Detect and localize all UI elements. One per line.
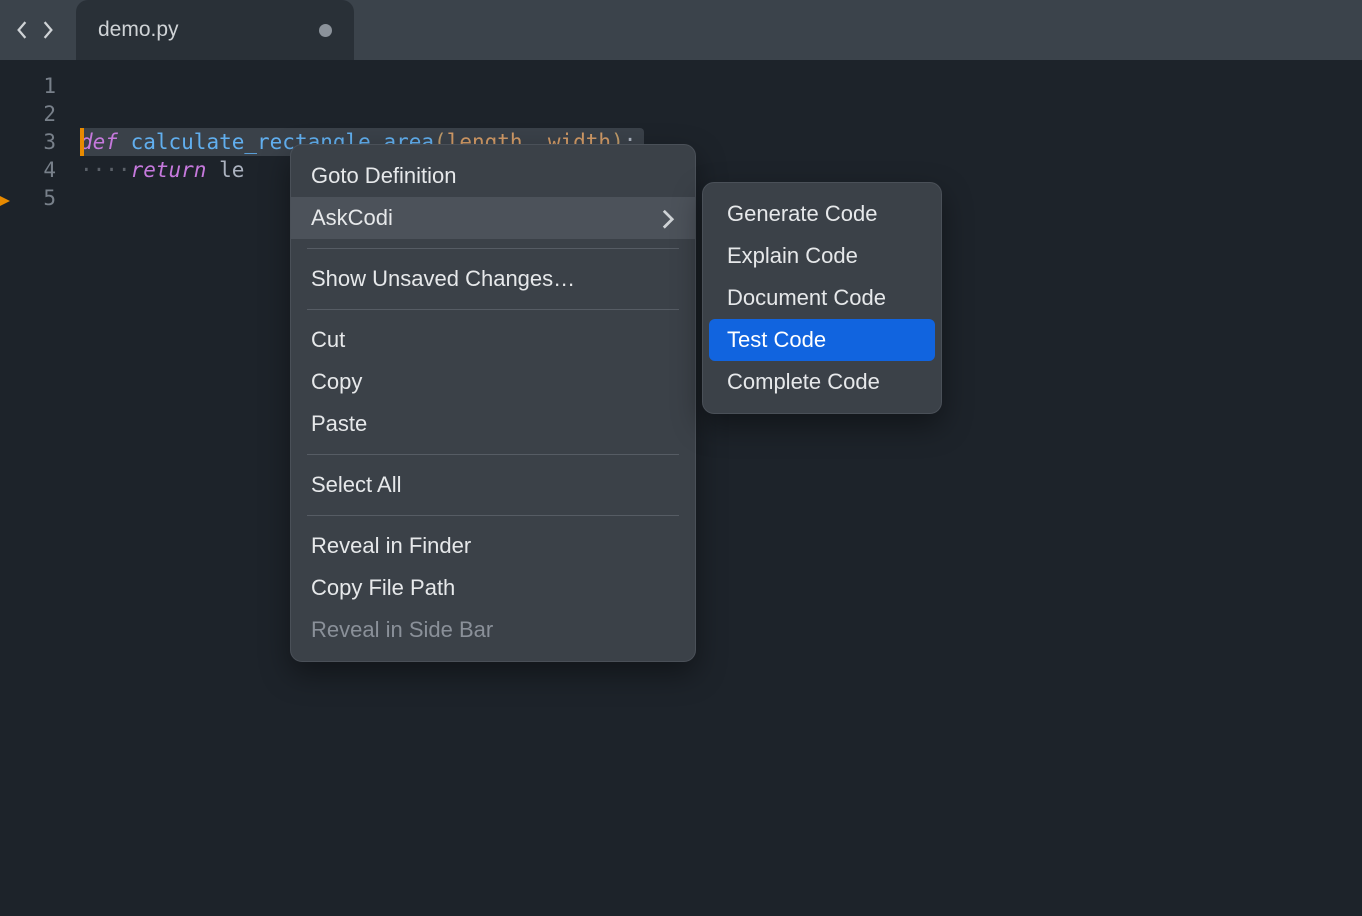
menu-paste[interactable]: Paste (291, 403, 695, 445)
submenu-test-code[interactable]: Test Code (709, 319, 935, 361)
code-line-3: def calculate_rectangle_area(length, wid… (80, 128, 1362, 156)
menu-copy[interactable]: Copy (291, 361, 695, 403)
menu-copy-file-path[interactable]: Copy File Path (291, 567, 695, 609)
menu-label: Cut (311, 327, 345, 353)
nav-forward-icon[interactable] (38, 20, 58, 40)
line-number: 4 (0, 156, 56, 184)
tab-modified-dot-icon (319, 24, 332, 37)
nav-arrows (12, 20, 58, 40)
chevron-right-icon (661, 208, 675, 228)
nav-back-icon[interactable] (12, 20, 32, 40)
menu-separator (307, 454, 679, 455)
menu-separator (307, 248, 679, 249)
line-number: 3 (0, 128, 56, 156)
menu-label: Explain Code (727, 243, 858, 269)
menu-separator (307, 309, 679, 310)
menu-show-unsaved-changes[interactable]: Show Unsaved Changes… (291, 258, 695, 300)
menu-askcodi[interactable]: AskCodi (291, 197, 695, 239)
menu-reveal-in-finder[interactable]: Reveal in Finder (291, 525, 695, 567)
code-line-2 (80, 100, 1362, 128)
menu-label: Select All (311, 472, 402, 498)
menu-label: Paste (311, 411, 367, 437)
menu-label: AskCodi (311, 205, 393, 231)
titlebar: demo.py (0, 0, 1362, 60)
submenu-document-code[interactable]: Document Code (709, 277, 935, 319)
selection-marker (80, 128, 84, 156)
tab-demo-py[interactable]: demo.py (76, 0, 354, 60)
fold-indicator-icon[interactable] (0, 190, 14, 212)
menu-cut[interactable]: Cut (291, 319, 695, 361)
menu-label: Reveal in Finder (311, 533, 471, 559)
menu-goto-definition[interactable]: Goto Definition (291, 155, 695, 197)
menu-label: Test Code (727, 327, 826, 353)
menu-label: Copy File Path (311, 575, 455, 601)
line-number: 2 (0, 100, 56, 128)
submenu-askcodi: Generate Code Explain Code Document Code… (702, 182, 942, 414)
context-menu: Goto Definition AskCodi Show Unsaved Cha… (290, 144, 696, 662)
submenu-complete-code[interactable]: Complete Code (709, 361, 935, 403)
menu-label: Complete Code (727, 369, 880, 395)
menu-label: Copy (311, 369, 362, 395)
menu-label: Goto Definition (311, 163, 457, 189)
menu-label: Show Unsaved Changes… (311, 266, 575, 292)
menu-reveal-in-side-bar: Reveal in Side Bar (291, 609, 695, 651)
menu-label: Generate Code (727, 201, 877, 227)
menu-label: Reveal in Side Bar (311, 617, 493, 643)
gutter: 1 2 3 4 5 (0, 60, 80, 916)
tab-filename: demo.py (98, 18, 179, 42)
code-line-4: ····return le (80, 156, 1362, 184)
menu-separator (307, 515, 679, 516)
submenu-generate-code[interactable]: Generate Code (709, 193, 935, 235)
code-line-1 (80, 72, 1362, 100)
menu-select-all[interactable]: Select All (291, 464, 695, 506)
submenu-explain-code[interactable]: Explain Code (709, 235, 935, 277)
menu-label: Document Code (727, 285, 886, 311)
line-number: 1 (0, 72, 56, 100)
